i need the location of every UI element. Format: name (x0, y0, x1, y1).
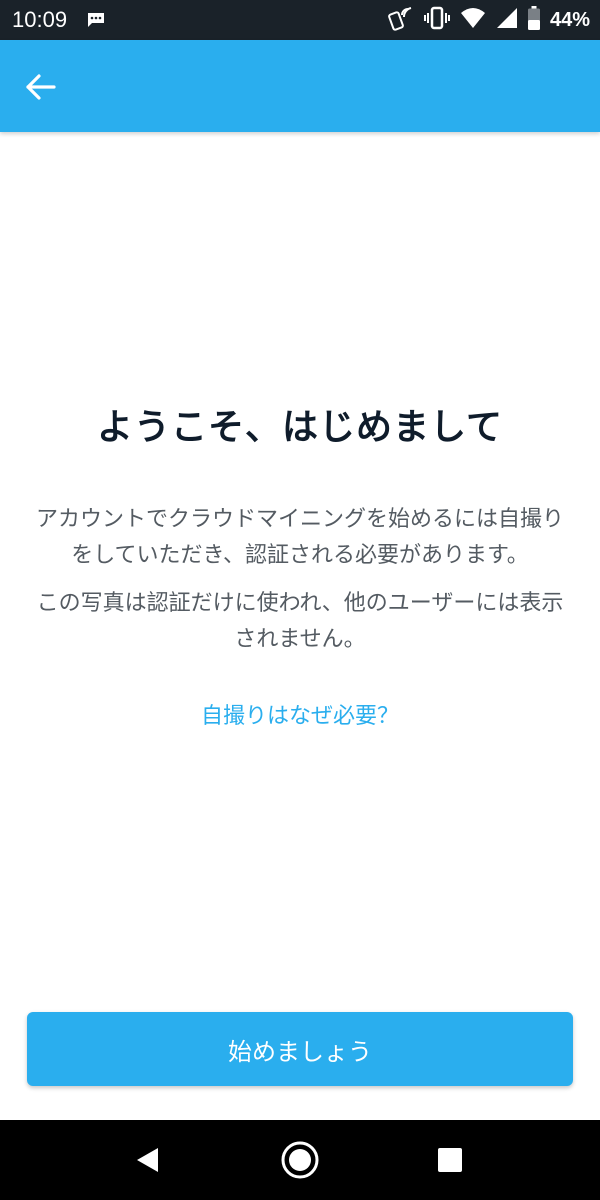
nav-recents-icon (438, 1148, 462, 1172)
nav-recents-button[interactable] (437, 1147, 463, 1177)
app-bar (0, 40, 600, 132)
welcome-content: ようこそ、はじめまして アカウントでクラウドマイニングを始めるには自撮りをしてい… (0, 132, 600, 1120)
privacy-note: この写真は認証だけに使われ、他のユーザーには表示されません。 (36, 591, 564, 652)
selfie-description: アカウントでクラウドマイニングを始めるには自撮りをしていただき、認証される必要が… (35, 507, 564, 568)
page-title: ようこそ、はじめまして (97, 407, 503, 448)
start-button[interactable]: 始めましょう (27, 1012, 573, 1086)
message-icon (87, 12, 105, 28)
status-icons: 44% (388, 5, 590, 35)
wifi-icon (460, 7, 486, 33)
why-selfie-link[interactable]: 自撮りはなぜ必要？ (0, 698, 600, 730)
battery-icon (527, 6, 540, 34)
nav-back-button[interactable] (134, 1146, 162, 1178)
arrow-back-icon (26, 74, 56, 100)
back-button[interactable] (22, 68, 60, 106)
nav-home-button[interactable] (280, 1140, 320, 1184)
signal-icon (496, 7, 518, 33)
status-time: 10:09 (12, 7, 68, 32)
system-nav-bar (0, 1120, 600, 1200)
nav-home-icon (281, 1141, 319, 1179)
status-bar: 10:09 44% (0, 0, 600, 40)
battery-percent: 44% (549, 8, 590, 31)
nfc-icon (388, 5, 414, 35)
vibrate-icon (423, 6, 450, 34)
nav-back-icon (137, 1148, 158, 1172)
